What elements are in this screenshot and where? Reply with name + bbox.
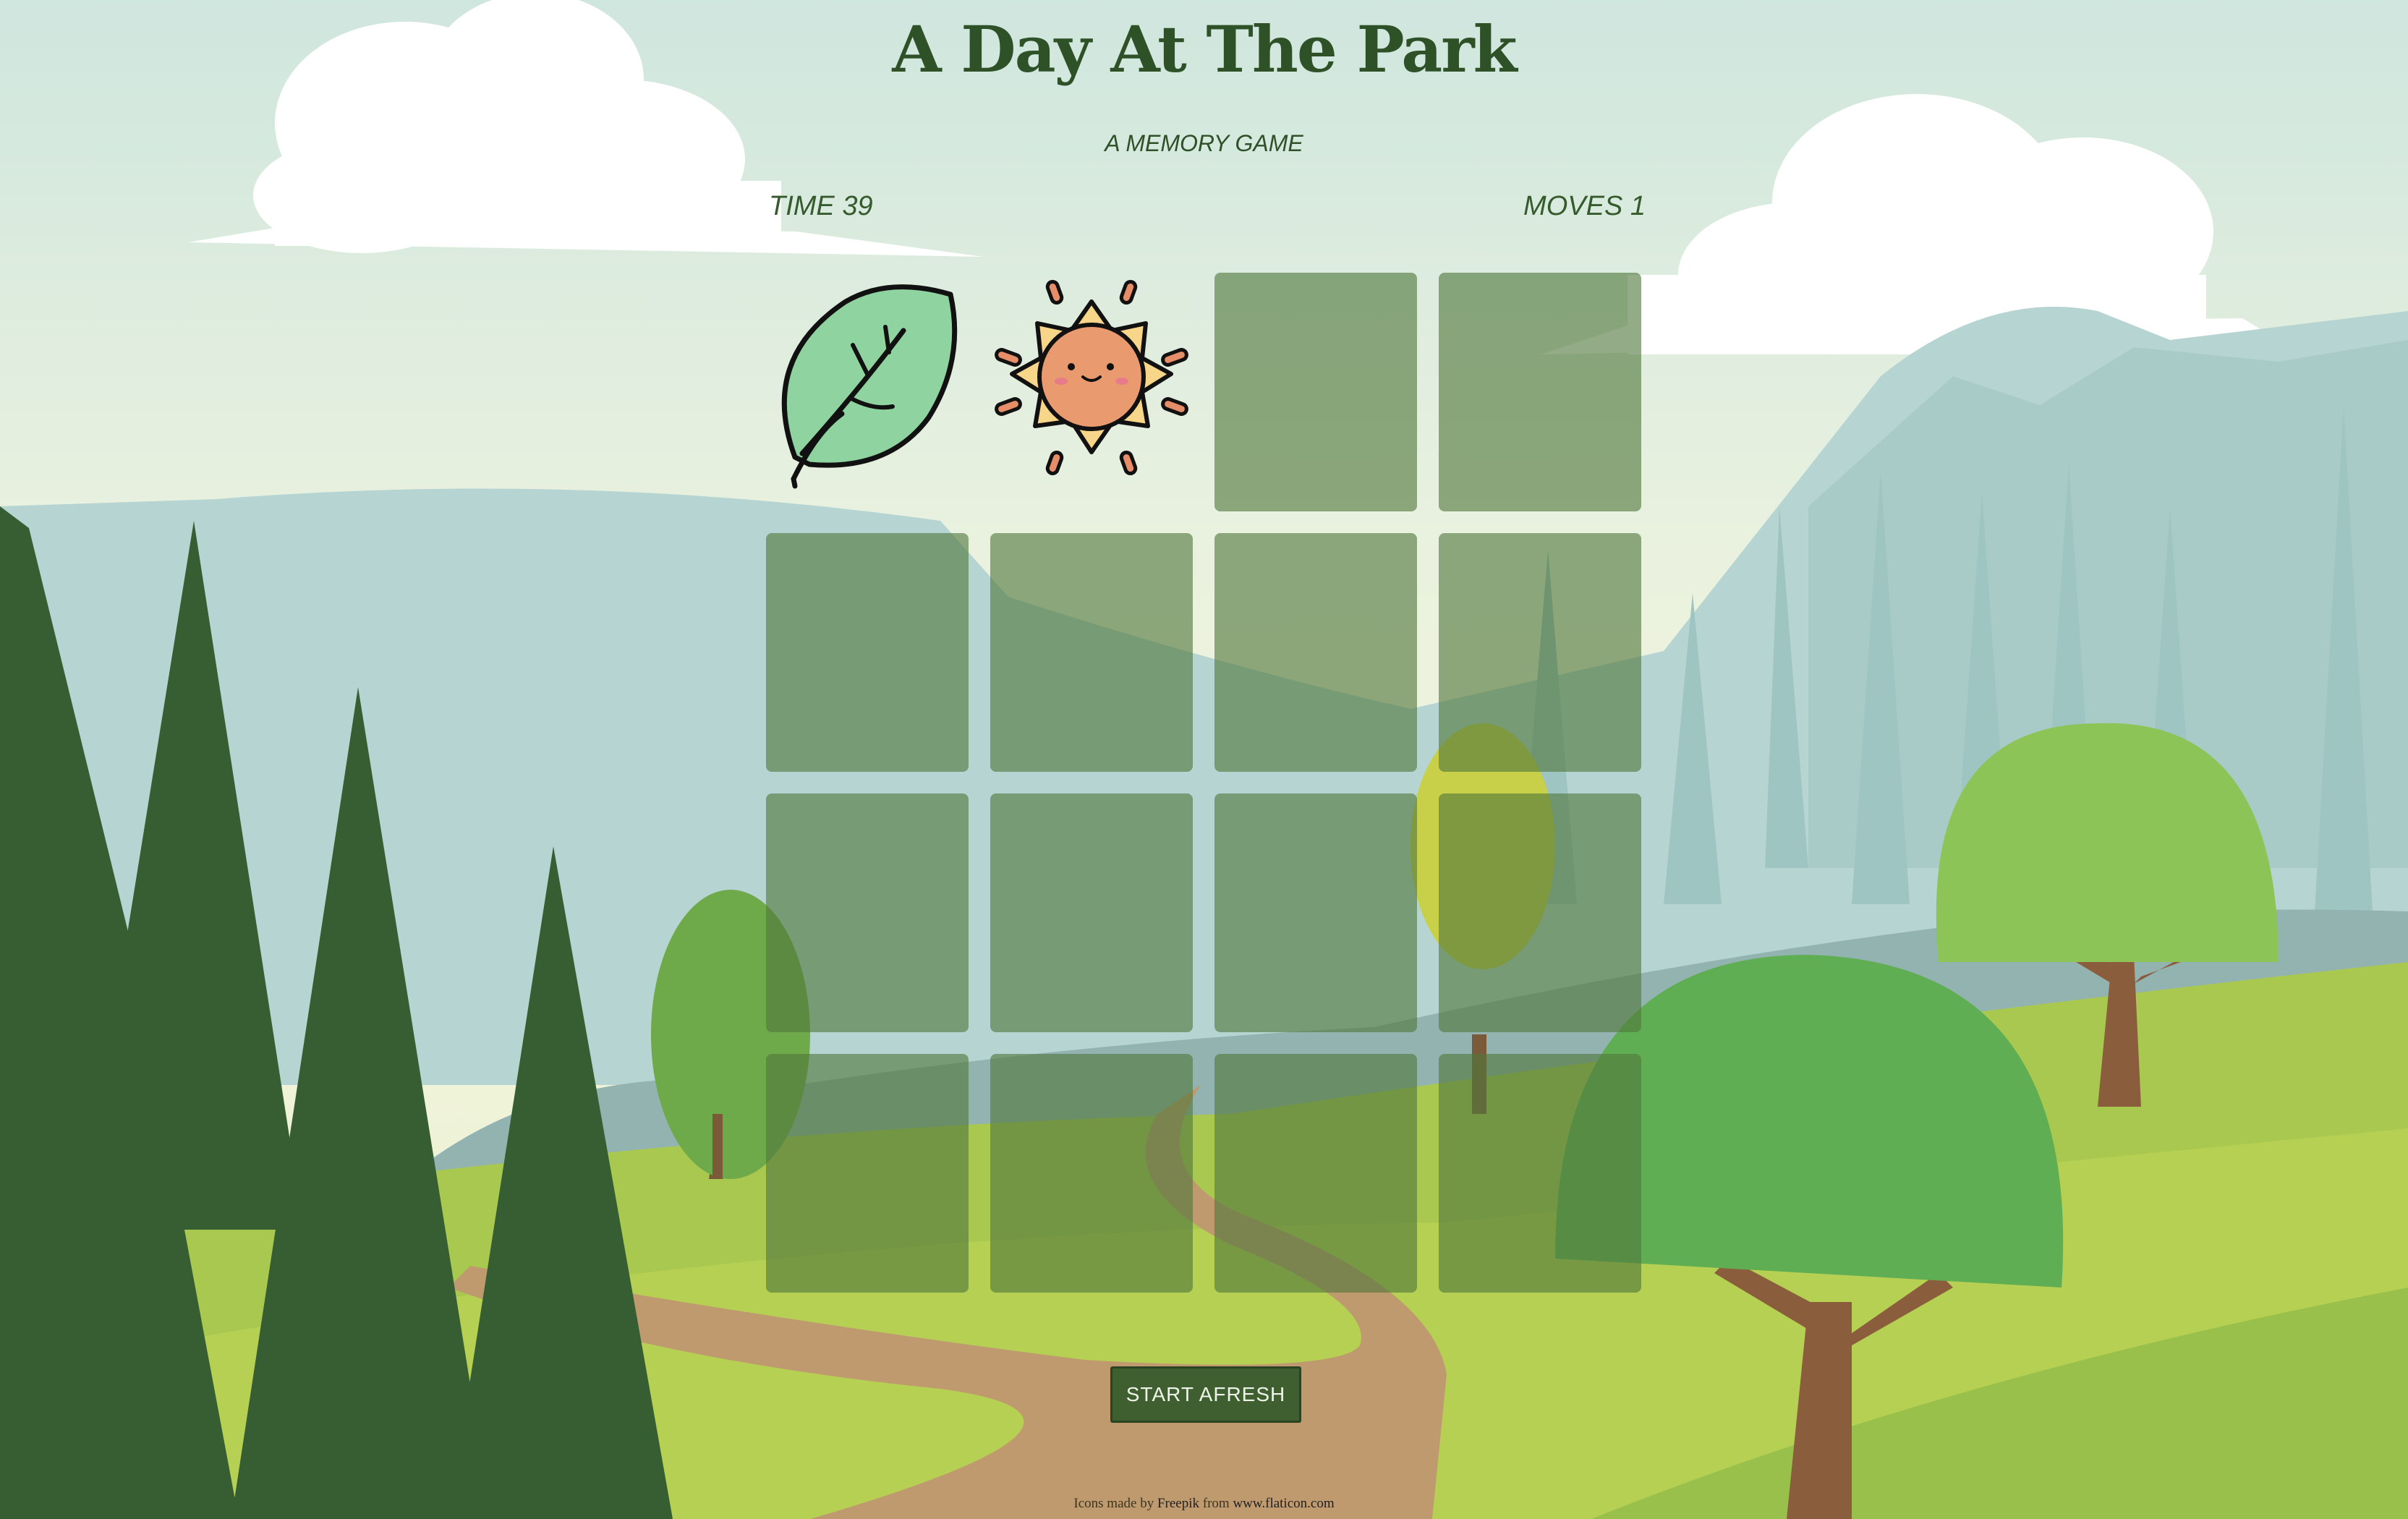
timer-display: TIME 39 — [769, 191, 873, 222]
card-sun[interactable] — [990, 273, 1193, 511]
card-hidden[interactable] — [1214, 273, 1417, 511]
card-hidden[interactable] — [1439, 533, 1641, 772]
card-hidden[interactable] — [1214, 793, 1417, 1032]
credits-prefix: Icons made by — [1073, 1496, 1154, 1511]
credits-middle: from — [1202, 1496, 1230, 1511]
flaticon-link[interactable]: www.flaticon.com — [1233, 1496, 1334, 1511]
freepik-link[interactable]: Freepik — [1157, 1496, 1199, 1511]
card-hidden[interactable] — [766, 533, 969, 772]
start-afresh-button[interactable]: START AFRESH — [1110, 1366, 1301, 1423]
card-grid — [766, 273, 1643, 1293]
game-title: A Day At The Park — [892, 12, 1517, 87]
sun-icon — [995, 279, 1188, 476]
card-hidden[interactable] — [1439, 1054, 1641, 1293]
moves-counter: MOVES 1 — [1519, 191, 1646, 222]
card-hidden[interactable] — [990, 533, 1193, 772]
card-hidden[interactable] — [1439, 273, 1641, 511]
icon-credits: Icons made by Freepik from www.flaticon.… — [0, 1496, 2408, 1512]
timer-label: TIME — [769, 191, 835, 221]
card-hidden[interactable] — [1214, 1054, 1417, 1293]
timer-value: 39 — [842, 191, 873, 221]
game-subtitle: A MEMORY GAME — [1105, 130, 1303, 156]
card-leaf[interactable] — [766, 273, 969, 511]
card-hidden[interactable] — [766, 1054, 969, 1293]
moves-label: MOVES — [1523, 191, 1623, 221]
card-hidden[interactable] — [766, 793, 969, 1032]
card-hidden[interactable] — [1214, 533, 1417, 772]
card-hidden[interactable] — [990, 793, 1193, 1032]
moves-value: 1 — [1630, 191, 1646, 221]
card-hidden[interactable] — [1439, 793, 1641, 1032]
card-hidden[interactable] — [990, 1054, 1193, 1293]
leaf-icon — [781, 284, 958, 489]
